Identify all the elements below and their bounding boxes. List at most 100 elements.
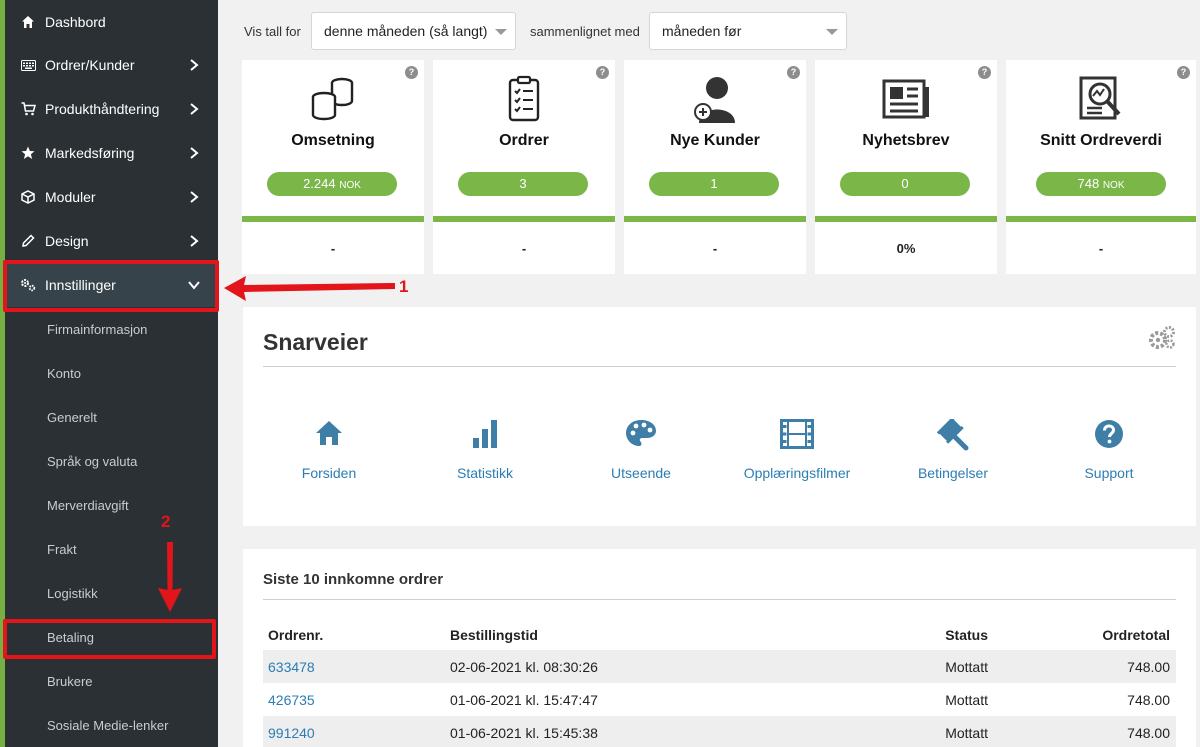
sidebar-item-label: Ordrer/Kunder bbox=[45, 57, 135, 73]
stat-value-pill: 3 bbox=[458, 172, 588, 196]
stat-change: - bbox=[521, 241, 527, 256]
stat-divider-bar bbox=[815, 216, 997, 222]
gear-icon[interactable] bbox=[1148, 325, 1176, 351]
chevron-right-icon bbox=[190, 59, 199, 71]
compare-select-value: måneden før bbox=[662, 23, 742, 39]
annotation-arrow-down bbox=[158, 542, 182, 612]
stat-card-ordrer: ? Ordrer 3 - bbox=[433, 60, 615, 274]
sidebar-subitem-sprak-og-valuta[interactable]: Språk og valuta bbox=[5, 439, 218, 483]
sidebar-subitem-sosiale-medie-lenker[interactable]: Sosiale Medie-lenker bbox=[5, 703, 218, 747]
sidebar-subitem-firmainformasjon[interactable]: Firmainformasjon bbox=[5, 307, 218, 351]
sidebar-item-label: Moduler bbox=[45, 189, 96, 205]
stat-card-snitt-ordreverdi: ? Snitt Ordreverdi 748 NOK - bbox=[1006, 60, 1196, 274]
order-time: 01-06-2021 kl. 15:47:47 bbox=[450, 692, 598, 708]
shortcuts-divider bbox=[263, 366, 1176, 367]
stat-value-pill: 0 bbox=[840, 172, 970, 196]
order-number-link[interactable]: 633478 bbox=[268, 659, 315, 675]
annotation-callout-1: 1 bbox=[399, 277, 409, 296]
table-row: 426735 01-06-2021 kl. 15:47:47 Mottatt 7… bbox=[263, 683, 1176, 716]
compare-select[interactable]: måneden før bbox=[649, 12, 847, 50]
shortcut-label: Utseende bbox=[611, 465, 671, 481]
sidebar-subitem-label: Merverdiavgift bbox=[47, 497, 129, 513]
stat-value-pill: 2.244 NOK bbox=[267, 172, 397, 196]
sidebar-item-dashbord[interactable]: Dashbord bbox=[5, 0, 218, 44]
stat-change: - bbox=[330, 241, 336, 256]
shortcut-betingelser[interactable]: Betingelser bbox=[873, 419, 1033, 481]
shortcut-label: Opplæringsfilmer bbox=[743, 465, 851, 481]
stat-change: - bbox=[1098, 241, 1104, 256]
sidebar-subitem-logistikk[interactable]: Logistikk bbox=[5, 571, 218, 615]
report-search-icon bbox=[1006, 75, 1196, 127]
shortcut-utseende[interactable]: Utseende bbox=[561, 419, 721, 481]
sidebar-subitem-label: Språk og valuta bbox=[47, 453, 138, 469]
sidebar-subitem-konto[interactable]: Konto bbox=[5, 351, 218, 395]
sidebar-item-produkthandtering[interactable]: Produkthåndtering bbox=[5, 87, 218, 131]
table-row: 633478 02-06-2021 kl. 08:30:26 Mottatt 7… bbox=[263, 650, 1176, 683]
stat-divider-bar bbox=[242, 216, 424, 222]
cube-icon bbox=[19, 190, 37, 204]
annotation-callout-2: 2 bbox=[161, 512, 171, 531]
stat-divider-bar bbox=[433, 216, 615, 222]
order-total: 748.00 bbox=[1127, 659, 1170, 675]
period-select[interactable]: denne måneden (så langt) bbox=[311, 12, 516, 50]
chevron-right-icon bbox=[190, 103, 199, 115]
shortcut-support[interactable]: Support bbox=[1029, 419, 1189, 481]
order-status: Mottatt bbox=[945, 692, 988, 708]
clipboard-icon bbox=[433, 75, 615, 127]
question-circle-icon bbox=[1029, 419, 1189, 451]
sidebar-subitem-generelt[interactable]: Generelt bbox=[5, 395, 218, 439]
keyboard-icon bbox=[19, 59, 37, 71]
shortcut-label: Support bbox=[1084, 465, 1134, 481]
chevron-right-icon bbox=[190, 147, 199, 159]
coins-icon bbox=[242, 75, 424, 127]
sidebar-item-label: Markedsføring bbox=[45, 145, 135, 161]
stat-title: Ordrer bbox=[499, 132, 549, 149]
shortcuts-title: Snarveier bbox=[263, 329, 368, 355]
shortcut-statistikk[interactable]: Statistikk bbox=[405, 419, 565, 481]
shortcut-forsiden[interactable]: Forsiden bbox=[249, 419, 409, 481]
stat-change: 0% bbox=[896, 241, 916, 256]
annotation-highlight-innstillinger bbox=[3, 260, 219, 312]
stat-divider-bar bbox=[1006, 216, 1196, 222]
pencil-icon bbox=[19, 234, 37, 248]
sidebar-item-ordrer-kunder[interactable]: Ordrer/Kunder bbox=[5, 43, 218, 87]
sidebar-subitem-label: Konto bbox=[47, 365, 81, 381]
cart-icon bbox=[19, 102, 37, 116]
shortcut-label: Forsiden bbox=[301, 465, 357, 481]
stat-card-nyhetsbrev: ? Nyhetsbrev 0 0% bbox=[815, 60, 997, 274]
sidebar-item-moduler[interactable]: Moduler bbox=[5, 175, 218, 219]
user-plus-icon bbox=[624, 75, 806, 127]
order-number-link[interactable]: 426735 bbox=[268, 692, 315, 708]
annotation-arrow-left bbox=[224, 276, 395, 301]
sidebar-subitem-label: Firmainformasjon bbox=[47, 321, 148, 337]
stat-value: 2.244 bbox=[303, 176, 336, 191]
sidebar-subitem-merverdiavgift[interactable]: Merverdiavgift bbox=[5, 483, 218, 527]
recent-orders-title: Siste 10 innkomne ordrer bbox=[263, 571, 444, 588]
shortcut-opplaeringsfilmer[interactable]: Opplæringsfilmer bbox=[717, 419, 877, 481]
stat-value-pill: 748 NOK bbox=[1036, 172, 1166, 196]
sidebar-item-design[interactable]: Design bbox=[5, 219, 218, 263]
order-number-link[interactable]: 991240 bbox=[268, 725, 315, 741]
stat-card-omsetning: ? Omsetning 2.244 NOK - bbox=[242, 60, 424, 274]
sidebar-item-label: Design bbox=[45, 233, 89, 249]
caret-down-icon bbox=[495, 29, 507, 35]
stat-title: Snitt Ordreverdi bbox=[1040, 132, 1162, 149]
stat-card-nye-kunder: ? Nye Kunder 1 - bbox=[624, 60, 806, 274]
sidebar-subitem-brukere[interactable]: Brukere bbox=[5, 659, 218, 703]
chevron-right-icon bbox=[190, 235, 199, 247]
stat-value: 1 bbox=[710, 176, 718, 191]
stat-value-pill: 1 bbox=[649, 172, 779, 196]
stat-divider-bar bbox=[624, 216, 806, 222]
stat-title: Nyhetsbrev bbox=[862, 132, 950, 149]
sidebar-item-markedsforing[interactable]: Markedsføring bbox=[5, 131, 218, 175]
annotation-highlight-betaling bbox=[3, 619, 216, 659]
caret-down-icon bbox=[826, 29, 838, 35]
stat-title: Omsetning bbox=[291, 132, 375, 149]
stat-unit: NOK bbox=[339, 180, 361, 191]
sidebar-subitem-frakt[interactable]: Frakt bbox=[5, 527, 218, 571]
newspaper-icon bbox=[815, 75, 997, 127]
stat-change: - bbox=[712, 241, 718, 256]
stat-unit: NOK bbox=[1102, 180, 1125, 191]
bar-chart-icon bbox=[405, 419, 565, 451]
period-filter-label: Vis tall for bbox=[244, 24, 301, 39]
